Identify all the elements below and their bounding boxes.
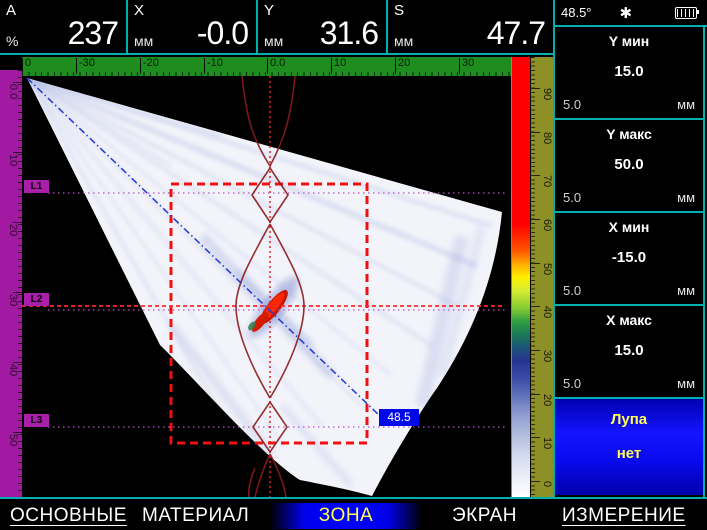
amplitude-colorbar (511, 57, 530, 497)
param-title: X макс (555, 312, 703, 328)
flaw-detector-screen: A % 237 X мм -0.0 Y мм 31.6 S мм 47.7 48… (0, 0, 707, 530)
menu-item-zona[interactable]: ЗОНА (270, 503, 422, 529)
amp-tick-label: 20 (541, 394, 552, 406)
y-axis-ruler: 0.0 10 20 30 40 50 (0, 70, 22, 497)
readout-unit: мм (134, 33, 153, 49)
amp-tick-label: 90 (541, 88, 552, 100)
readout-unit: % (6, 33, 18, 49)
param-step: 5.0 (563, 283, 581, 298)
amp-tick-label: 0 (541, 481, 552, 487)
measurement-bar: A % 237 X мм -0.0 Y мм 31.6 S мм 47.7 (0, 0, 553, 55)
amp-tick-label: 10 (541, 437, 552, 449)
menu-item-ekran[interactable]: ЭКРАН (452, 503, 517, 529)
readout-value: 47.7 (487, 15, 545, 52)
param-y-max[interactable]: Y макс 50.0 5.0 мм (555, 120, 703, 213)
amplitude-ruler: 90 80 70 60 50 40 30 20 10 0 (531, 57, 553, 497)
param-value: 15.0 (555, 63, 703, 80)
amp-tick-label: 50 (541, 263, 552, 275)
battery-level (677, 9, 695, 17)
y-tick-label: 40 (7, 364, 18, 376)
param-step: 5.0 (563, 376, 581, 391)
param-unit: мм (677, 376, 695, 391)
magnifier-value: нет (555, 445, 703, 462)
sector-scan-image (22, 76, 511, 497)
amp-tick-label: 80 (541, 132, 552, 144)
param-unit: мм (677, 97, 695, 112)
gate-tag-l3: L3 (24, 414, 49, 427)
y-tick-label: 50 (7, 434, 18, 446)
y-tick-label: 10 (7, 154, 18, 166)
battery-icon (675, 7, 697, 19)
readout-soundpath: S мм 47.7 (388, 0, 553, 53)
readout-x: X мм -0.0 (128, 0, 258, 53)
y-tick-label: 0.0 (7, 84, 18, 99)
readout-label: Y (264, 2, 274, 19)
magnifier-title: Лупа (555, 411, 703, 428)
readout-label: S (394, 2, 404, 19)
readout-label: A (6, 2, 16, 19)
readout-unit: мм (264, 33, 283, 49)
readout-label: X (134, 2, 144, 19)
gate-tag-l2: L2 (24, 293, 49, 306)
param-title: Y макс (555, 126, 703, 142)
param-title: X мин (555, 219, 703, 235)
readout-unit: мм (394, 33, 413, 49)
amp-tick-label: 40 (541, 306, 552, 318)
asterisk-icon: ✱ (620, 4, 633, 22)
readout-y: Y мм 31.6 (258, 0, 388, 53)
param-step: 5.0 (563, 190, 581, 205)
gate-tag-l1: L1 (24, 180, 49, 193)
readout-value: 31.6 (320, 15, 378, 52)
param-magnifier[interactable]: Лупа нет (555, 399, 703, 495)
amp-minor-ticks (531, 57, 535, 497)
parameter-sidebar: Y мин 15.0 5.0 мм Y макс 50.0 5.0 мм X м… (553, 27, 705, 497)
angle-cursor-label: 48.5 (379, 409, 419, 426)
menu-item-osnovnye[interactable]: ОСНОВНЫЕ (10, 503, 127, 529)
param-unit: мм (677, 190, 695, 205)
param-value: 15.0 (555, 342, 703, 359)
amp-tick-label: 60 (541, 219, 552, 231)
main-menu: ОСНОВНЫЕ МАТЕРИАЛ ЗОНА ЭКРАН ИЗМЕРЕНИЕ (0, 497, 707, 530)
status-cell: 48.5° ✱ (553, 0, 707, 27)
amp-tick-label: 70 (541, 175, 552, 187)
param-x-max[interactable]: X макс 15.0 5.0 мм (555, 306, 703, 399)
menu-item-material[interactable]: МАТЕРИАЛ (142, 503, 249, 529)
param-y-min[interactable]: Y мин 15.0 5.0 мм (555, 27, 703, 120)
sector-scan-view: L1 L2 L3 48.5 (22, 76, 511, 497)
y-tick-label: 20 (7, 224, 18, 236)
amp-tick-label: 30 (541, 350, 552, 362)
probe-angle-readout: 48.5° (561, 5, 592, 20)
readout-value: -0.0 (197, 15, 248, 52)
x-axis-ruler: 0 -30 -20 -10 0.0 10 20 30 (22, 57, 511, 78)
menu-item-izmerenie[interactable]: ИЗМЕРЕНИЕ (562, 503, 686, 529)
readout-amplitude: A % 237 (0, 0, 128, 53)
param-step: 5.0 (563, 97, 581, 112)
param-value: -15.0 (555, 249, 703, 266)
y-tick-label: 30 (7, 294, 18, 306)
param-unit: мм (677, 283, 695, 298)
param-value: 50.0 (555, 156, 703, 173)
readout-value: 237 (68, 15, 118, 52)
param-x-min[interactable]: X мин -15.0 5.0 мм (555, 213, 703, 306)
param-title: Y мин (555, 33, 703, 49)
